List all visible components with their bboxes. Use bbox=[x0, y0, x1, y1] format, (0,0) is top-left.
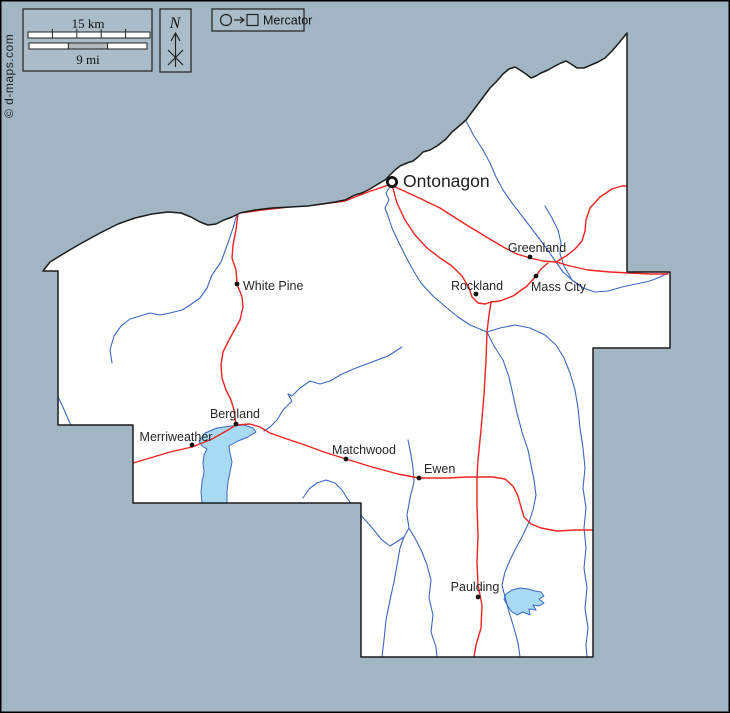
town-marker-ontonagon bbox=[387, 177, 396, 186]
county-map: Ontonagon White Pine Greenland Mass City… bbox=[0, 0, 730, 713]
map-stage: Ontonagon White Pine Greenland Mass City… bbox=[0, 0, 730, 713]
town-label-merriweather: Merriweather bbox=[140, 430, 213, 444]
town-marker-greenland bbox=[528, 255, 533, 260]
projection-label: Mercator bbox=[263, 14, 312, 28]
north-label: N bbox=[169, 15, 182, 32]
town-label-ewen: Ewen bbox=[424, 462, 455, 476]
town-label-rockland: Rockland bbox=[451, 279, 503, 293]
town-label-white-pine: White Pine bbox=[243, 279, 303, 293]
town-marker-ewen bbox=[417, 476, 422, 481]
projection-box: Mercator bbox=[212, 9, 312, 31]
town-label-matchwood: Matchwood bbox=[332, 443, 396, 457]
copyright-credit: © d-maps.com bbox=[2, 34, 16, 118]
scale-bar-mi bbox=[29, 43, 147, 49]
town-label-paulding: Paulding bbox=[451, 580, 500, 594]
scale-mi-label: 9 mi bbox=[76, 52, 100, 67]
town-marker-bergland bbox=[234, 422, 239, 427]
north-arrow: N bbox=[160, 9, 191, 72]
town-marker-mass-city bbox=[534, 274, 539, 279]
scale-box: 15 km 9 mi bbox=[23, 9, 152, 71]
town-marker-paulding bbox=[476, 595, 481, 600]
town-marker-white-pine bbox=[235, 282, 240, 287]
town-label-greenland: Greenland bbox=[508, 241, 566, 255]
town-marker-matchwood bbox=[344, 457, 349, 462]
town-label-ontonagon: Ontonagon bbox=[403, 171, 490, 191]
town-label-mass-city: Mass City bbox=[531, 280, 587, 294]
scale-km-label: 15 km bbox=[72, 16, 105, 31]
town-label-bergland: Bergland bbox=[210, 407, 260, 421]
